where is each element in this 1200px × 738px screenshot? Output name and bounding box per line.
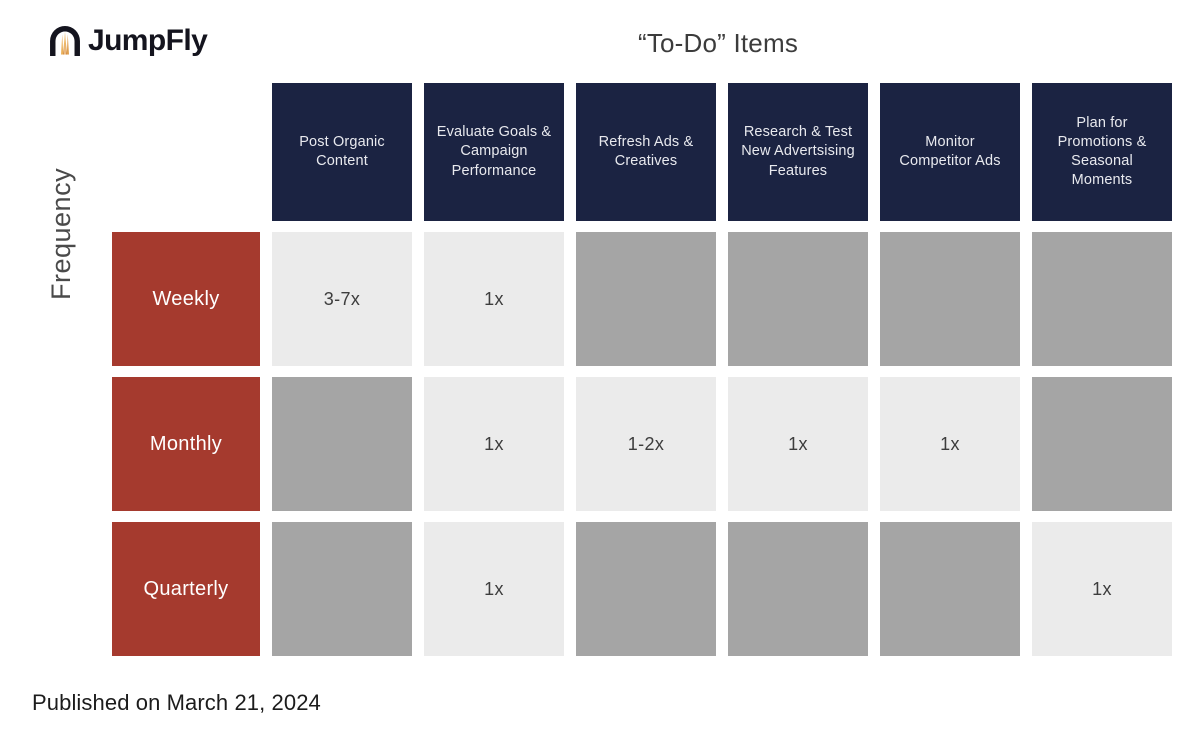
matrix-cell [576,232,716,366]
row-header: Quarterly [112,522,260,656]
column-header: Research & Test New Advertsising Feature… [728,83,868,221]
matrix-cell: 1x [424,522,564,656]
matrix-cell [880,522,1020,656]
matrix-cell [272,522,412,656]
matrix-cell [1032,377,1172,511]
column-header: Refresh Ads & Creatives [576,83,716,221]
column-header: Evaluate Goals & Campaign Performance [424,83,564,221]
matrix-cell: 1x [880,377,1020,511]
matrix-cell: 3-7x [272,232,412,366]
matrix-cell: 1x [1032,522,1172,656]
matrix-cell: 1x [728,377,868,511]
row-header: Monthly [112,377,260,511]
brand-logo: JumpFly [48,24,208,58]
row-header: Weekly [112,232,260,366]
y-axis-label: Frequency [46,167,76,300]
brand-name: JumpFly [88,24,208,57]
matrix-cell: 1x [424,232,564,366]
matrix-cell: 1x [424,377,564,511]
matrix-cell [1032,232,1172,366]
matrix-cell [576,522,716,656]
matrix-cell [272,377,412,511]
matrix-cell: 1-2x [576,377,716,511]
page-title: “To-Do” Items [637,28,799,58]
matrix-cell [728,522,868,656]
matrix-cell [728,232,868,366]
jumpfly-arch-logo-icon [50,26,80,56]
column-header: Monitor Competitor Ads [880,83,1020,221]
column-header: Post Organic Content [272,83,412,221]
column-header: Plan for Promotions & Seasonal Moments [1032,83,1172,221]
matrix-cell [880,232,1020,366]
frequency-todo-matrix: Post Organic Content Evaluate Goals & Cam… [112,83,1172,656]
matrix-corner-spacer [112,83,260,221]
published-date: Published on March 21, 2024 [32,690,321,715]
